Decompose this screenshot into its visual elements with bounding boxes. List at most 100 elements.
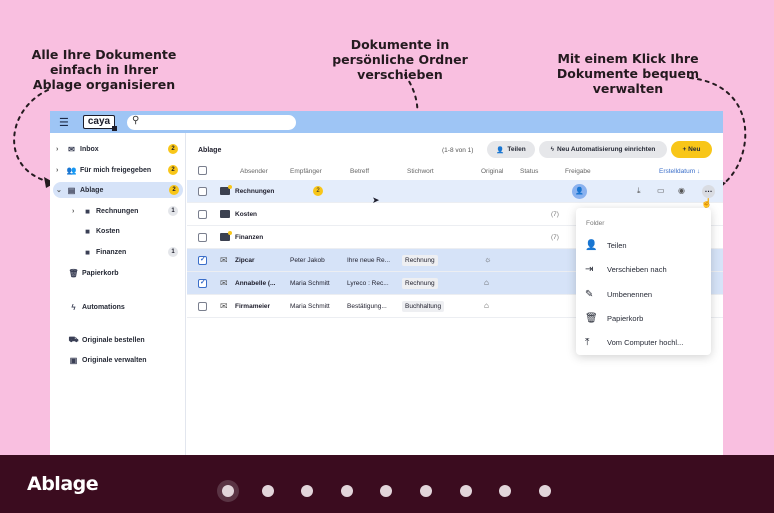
download-icon[interactable]: ⤓ <box>637 186 641 196</box>
mail-icon: ✉ <box>220 278 228 288</box>
sidebar-item-kosten[interactable]: ■ Kosten <box>81 223 182 239</box>
inbox-tray-icon: ⌂ <box>484 278 489 287</box>
menu-item-share[interactable]: 👤 Teilen <box>585 236 705 254</box>
slide-dot[interactable] <box>340 485 353 497</box>
edit-icon: ✎ <box>585 288 594 300</box>
slide-dot[interactable] <box>499 485 512 497</box>
column-header[interactable]: Empfänger <box>290 168 322 175</box>
folder-icon: ■ <box>85 247 90 257</box>
footer-title: Ablage <box>27 473 99 495</box>
count-badge: 2 <box>313 186 323 197</box>
slide-dot[interactable] <box>459 485 472 497</box>
search-input[interactable]: ⚲ <box>127 115 296 130</box>
keyword-tag: Rechnung <box>402 255 438 266</box>
menu-item-move[interactable]: ⇥ Verschieben nach <box>585 260 705 278</box>
slide-dot[interactable] <box>217 480 239 502</box>
top-bar: ☰ caya ⚲ <box>50 111 723 133</box>
row-name: Rechnungen <box>235 188 275 195</box>
keyword-tag: Rechnung <box>402 278 438 289</box>
new-button[interactable]: + Neu <box>671 141 712 158</box>
row-checkbox[interactable] <box>198 302 207 311</box>
chevron-right-icon[interactable]: › <box>56 146 65 153</box>
row-name: Annabelle (... <box>235 280 276 287</box>
lightning-icon: ϟ <box>71 302 76 312</box>
sidebar-item-label: Originale bestellen <box>82 336 145 344</box>
sidebar-item-shared[interactable]: › 👥 Für mich freigegeben 2 <box>56 162 182 178</box>
sidebar-item-originale-bestellen[interactable]: ⛟ Originale bestellen <box>67 332 193 348</box>
row-checkbox[interactable] <box>198 210 207 219</box>
row-checkbox[interactable] <box>198 233 207 242</box>
menu-item-rename[interactable]: ✎ Umbenennen <box>585 285 705 303</box>
new-button-label: + Neu <box>682 146 701 153</box>
archive-box-icon: ⌂ <box>484 301 489 310</box>
footer-bar: Ablage <box>0 455 774 513</box>
row-name: Finanzen <box>235 234 264 241</box>
column-header[interactable]: Absender <box>240 168 268 175</box>
hamburger-menu-icon[interactable]: ☰ <box>59 116 69 129</box>
app-window: ☰ caya ⚲ › ✉ Inbox 2 › 👥 Für mich freigege… <box>50 111 723 455</box>
sidebar-item-label: Inbox <box>80 145 99 153</box>
search-icon: ⚲ <box>132 115 140 126</box>
chevron-down-icon[interactable]: ⌄ <box>56 186 65 194</box>
sidebar-item-label: Originale verwalten <box>82 356 147 364</box>
menu-item-label: Umbenennen <box>607 289 653 299</box>
column-header[interactable]: Stichwort <box>407 168 434 175</box>
share-user-icon[interactable]: 👤 <box>572 184 587 199</box>
chevron-right-icon[interactable]: › <box>56 167 65 174</box>
column-header[interactable]: Betreff <box>350 168 369 175</box>
column-header[interactable]: Freigabe <box>565 168 591 175</box>
trash-icon: 🗑 <box>585 312 598 324</box>
sidebar-item-inbox[interactable]: › ✉ Inbox 2 <box>56 141 182 157</box>
table-row[interactable]: Rechnungen 2 👤 ⤓ ▭ ◉ … <box>187 180 723 203</box>
folder-context-menu: Folder 👤 Teilen ⇥ Verschieben nach ✎ Umbene… <box>576 208 711 355</box>
menu-item-trash[interactable]: 🗑 Papierkorb <box>585 309 705 327</box>
folder-icon <box>220 231 232 241</box>
column-header-sort[interactable]: Erstelldatum ↓ <box>659 168 700 175</box>
eye-icon[interactable]: ◉ <box>678 186 685 195</box>
row-checkbox[interactable] <box>198 278 207 288</box>
row-checkbox[interactable] <box>198 187 207 196</box>
sidebar-item-originale-verwalten[interactable]: ▣ Originale verwalten <box>67 352 193 368</box>
page-title: Ablage <box>198 147 222 154</box>
row-recipient: Maria Schmitt <box>290 280 330 287</box>
new-automation-button[interactable]: ϟ Neu Automatisierung einrichten <box>539 141 667 158</box>
scan-icon: ☼ <box>484 255 492 264</box>
move-folder-icon[interactable]: ▭ <box>657 186 665 195</box>
row-recipient: Peter Jakob <box>290 257 325 264</box>
sidebar-item-ablage[interactable]: ⌄ ▤ Ablage 2 <box>53 182 183 198</box>
share-button[interactable]: 👤 Teilen <box>487 141 535 158</box>
slide-dot[interactable] <box>301 485 314 497</box>
count-badge: 2 <box>168 144 178 154</box>
keyword-tag: Buchhaltung <box>402 301 445 312</box>
user-plus-icon: 👤 <box>496 146 505 154</box>
menu-item-upload[interactable]: ⤒ Vom Computer hochl... <box>585 333 705 351</box>
sidebar-item-rechnungen[interactable]: › ■ Rechnungen 1 <box>72 203 182 219</box>
hand-cursor-icon: ☝ <box>701 198 713 208</box>
sidebar-item-label: Kosten <box>96 227 120 235</box>
sidebar-item-papierkorb[interactable]: 🗑 Papierkorb <box>67 265 193 281</box>
sidebar-item-label: Für mich freigegeben <box>80 166 152 174</box>
row-checkbox[interactable] <box>198 255 207 265</box>
sidebar-item-finanzen[interactable]: ■ Finanzen 1 <box>81 244 182 260</box>
slide-dot[interactable] <box>538 485 551 497</box>
more-options-button[interactable]: … <box>702 185 715 198</box>
sidebar-item-label: Rechnungen <box>96 207 139 215</box>
chevron-right-icon[interactable]: › <box>72 208 81 215</box>
row-subject: Bestätigung... <box>347 303 387 310</box>
slide-dot[interactable] <box>261 485 274 497</box>
menu-item-label: Verschieben nach <box>607 264 667 274</box>
slide-dot[interactable] <box>420 485 432 497</box>
row-name: Kosten <box>235 211 258 218</box>
slide-dot[interactable] <box>380 485 393 497</box>
item-count: (7) <box>551 234 559 241</box>
trash-icon: 🗑 <box>68 268 79 278</box>
column-header[interactable]: Original <box>481 168 503 175</box>
count-badge: 1 <box>168 247 178 257</box>
automation-button-label: Neu Automatisierung einrichten <box>557 146 656 153</box>
sidebar-item-automations[interactable]: ϟ Automations <box>67 299 193 315</box>
select-all-checkbox[interactable] <box>198 166 207 175</box>
box-icon: ▣ <box>69 355 78 365</box>
result-count: (1-8 von 1) <box>442 147 474 154</box>
column-header[interactable]: Status <box>520 168 538 175</box>
sidebar: › ✉ Inbox 2 › 👥 Für mich freigegeben 2 ⌄ ▤ … <box>50 133 186 455</box>
